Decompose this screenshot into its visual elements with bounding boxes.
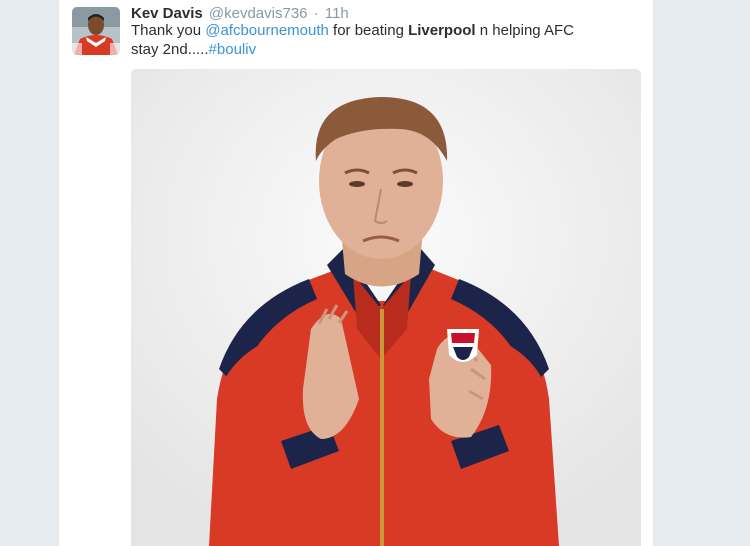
avatar[interactable]: [72, 7, 120, 55]
mention-link[interactable]: @afcbournemouth: [205, 22, 329, 39]
tweet-text-part: Thank you: [131, 22, 206, 39]
club-crest-icon: [447, 329, 479, 362]
tweet-timestamp[interactable]: 11h: [325, 5, 349, 22]
tweet-text-part: for beating: [328, 22, 409, 39]
tweet-text: Thank you @afcbournemouth for beating Li…: [131, 21, 601, 59]
hashtag-link[interactable]: #bouliv: [209, 41, 257, 58]
author-handle[interactable]: @kevdavis736: [209, 5, 308, 22]
tweet-media-gif[interactable]: [131, 69, 641, 546]
player-clapping-image: [131, 69, 641, 546]
author-name[interactable]: Kev Davis: [131, 5, 203, 22]
header-separator: ·: [313, 5, 319, 22]
tweet-text-bold: Liverpool: [408, 22, 476, 39]
avatar-image: [72, 7, 120, 55]
